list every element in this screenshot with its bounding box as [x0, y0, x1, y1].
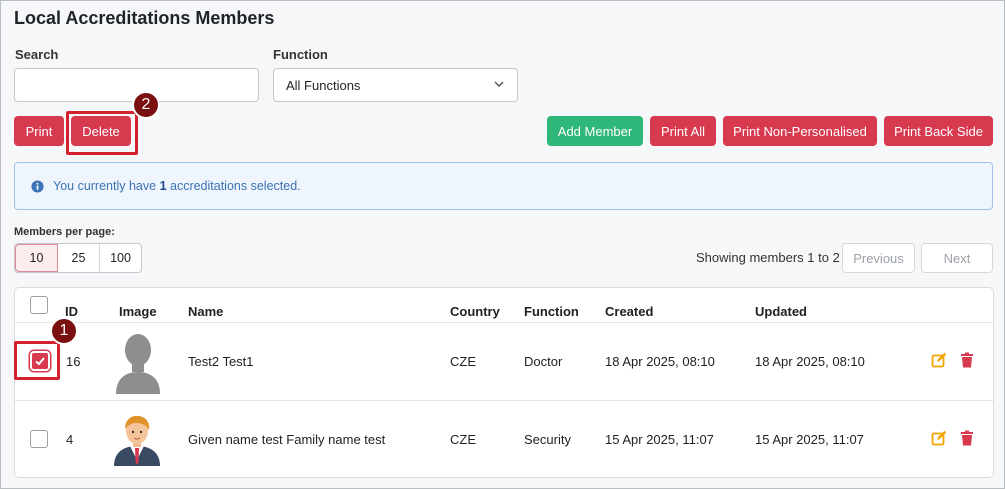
header-image: Image	[119, 304, 157, 319]
trash-icon[interactable]	[959, 430, 975, 446]
next-button[interactable]: Next	[921, 243, 993, 273]
row-name: Test2 Test1	[188, 354, 254, 369]
showing-members-text: Showing members 1 to 2	[696, 250, 840, 265]
members-per-page-label: Members per page:	[14, 226, 115, 238]
step-marker-2: 2	[132, 91, 160, 119]
per-page-option-100[interactable]: 100	[100, 244, 141, 272]
per-page-selector: 10 25 100	[14, 243, 142, 273]
alert-text: You currently have 1 accreditations sele…	[53, 179, 301, 193]
row-updated: 15 Apr 2025, 11:07	[755, 432, 864, 447]
row-divider	[15, 400, 993, 401]
print-non-personalised-button[interactable]: Print Non-Personalised	[723, 116, 877, 146]
row-checkbox-highlight	[14, 341, 60, 380]
row-updated: 18 Apr 2025, 08:10	[755, 354, 865, 369]
info-icon	[31, 180, 44, 193]
step-marker-1: 1	[50, 317, 78, 345]
row-id: 16	[66, 354, 81, 369]
add-member-button[interactable]: Add Member	[547, 116, 643, 146]
header-country[interactable]: Country	[450, 304, 500, 319]
function-label: Function	[273, 47, 328, 62]
row-function: Doctor	[524, 354, 563, 369]
selection-alert: You currently have 1 accreditations sele…	[14, 162, 993, 210]
page-frame: Local Accreditations Members Search Func…	[0, 0, 1005, 489]
print-all-button[interactable]: Print All	[650, 116, 716, 146]
members-table: ID Image Name Country Function Created U…	[14, 287, 994, 478]
function-select[interactable]: All Functions	[273, 68, 518, 102]
per-page-option-25[interactable]: 25	[58, 244, 100, 272]
selected-count: 1	[159, 179, 167, 193]
edit-icon[interactable]	[931, 352, 947, 368]
row-country: CZE	[450, 432, 476, 447]
header-created[interactable]: Created	[605, 304, 653, 319]
per-page-option-10[interactable]: 10	[15, 244, 58, 272]
trash-icon[interactable]	[959, 352, 975, 368]
businessman-avatar-icon	[114, 415, 160, 466]
print-button[interactable]: Print	[14, 116, 64, 146]
print-back-side-button[interactable]: Print Back Side	[884, 116, 993, 146]
chevron-down-icon	[494, 81, 504, 87]
delete-button-highlight	[66, 111, 138, 155]
page-title: Local Accreditations Members	[14, 8, 275, 28]
header-updated[interactable]: Updated	[755, 304, 807, 319]
select-all-checkbox[interactable]	[30, 296, 48, 314]
header-function[interactable]: Function	[524, 304, 579, 319]
header-divider	[15, 322, 993, 323]
row-checkbox[interactable]	[30, 430, 48, 448]
edit-icon[interactable]	[931, 430, 947, 446]
person-silhouette-icon	[116, 334, 160, 394]
previous-button[interactable]: Previous	[842, 243, 915, 273]
row-created: 15 Apr 2025, 11:07	[605, 432, 714, 447]
row-country: CZE	[450, 354, 476, 369]
row-function: Security	[524, 432, 571, 447]
function-select-value: All Functions	[286, 78, 361, 93]
row-created: 18 Apr 2025, 08:10	[605, 354, 715, 369]
header-name[interactable]: Name	[188, 304, 223, 319]
search-label: Search	[15, 47, 59, 62]
row-name: Given name test Family name test	[188, 432, 386, 447]
row-id: 4	[66, 432, 74, 447]
